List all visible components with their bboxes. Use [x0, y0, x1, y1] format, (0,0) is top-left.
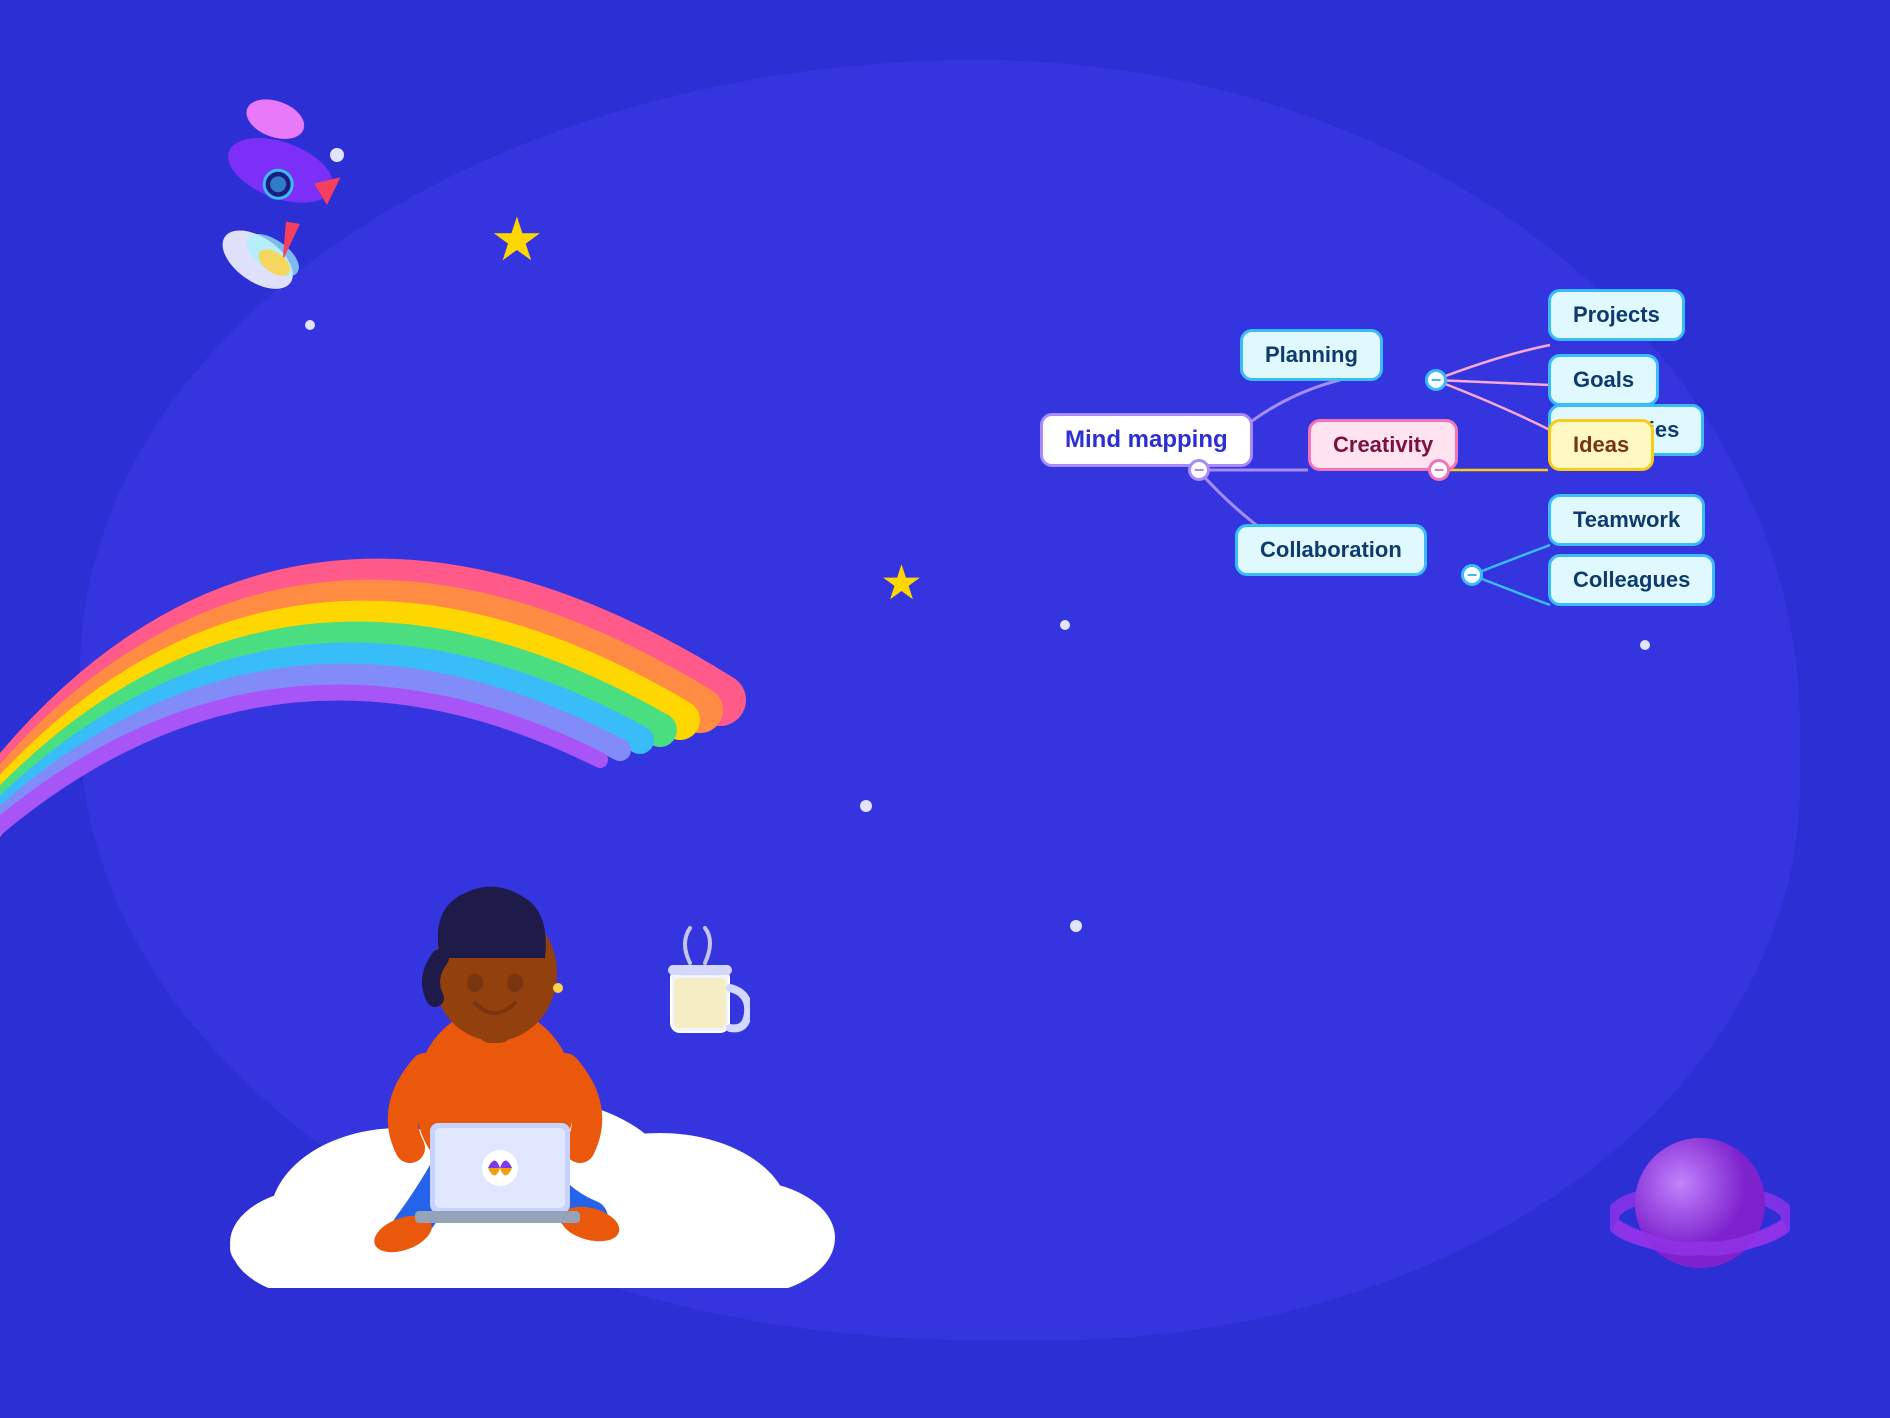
- person: [310, 828, 690, 1248]
- mindmap-colleagues: Colleagues: [1548, 554, 1715, 606]
- mindmap-central-dot: [1188, 459, 1210, 481]
- mindmap-ideas: Ideas: [1548, 419, 1654, 471]
- mindmap-projects: Projects: [1548, 289, 1685, 341]
- mindmap-central: Mind mapping: [1040, 413, 1253, 467]
- coffee-cup: [660, 923, 750, 1058]
- mindmap: Mind mapping Planning Projects Goals Str…: [930, 160, 1830, 780]
- dot-5: [1070, 920, 1082, 932]
- mindmap-goals: Goals: [1548, 354, 1659, 406]
- mindmap-planning-dot: [1425, 369, 1447, 391]
- mindmap-collaboration-dot: [1461, 564, 1483, 586]
- star-icon-2: ★: [880, 560, 923, 608]
- dot-3: [860, 800, 872, 812]
- mindmap-planning: Planning: [1240, 329, 1383, 381]
- planet: [1610, 1108, 1790, 1288]
- mindmap-collaboration: Collaboration: [1235, 524, 1427, 576]
- mindmap-creativity-dot: [1428, 459, 1450, 481]
- star-icon-1: ★: [490, 210, 544, 270]
- mindmap-teamwork: Teamwork: [1548, 494, 1705, 546]
